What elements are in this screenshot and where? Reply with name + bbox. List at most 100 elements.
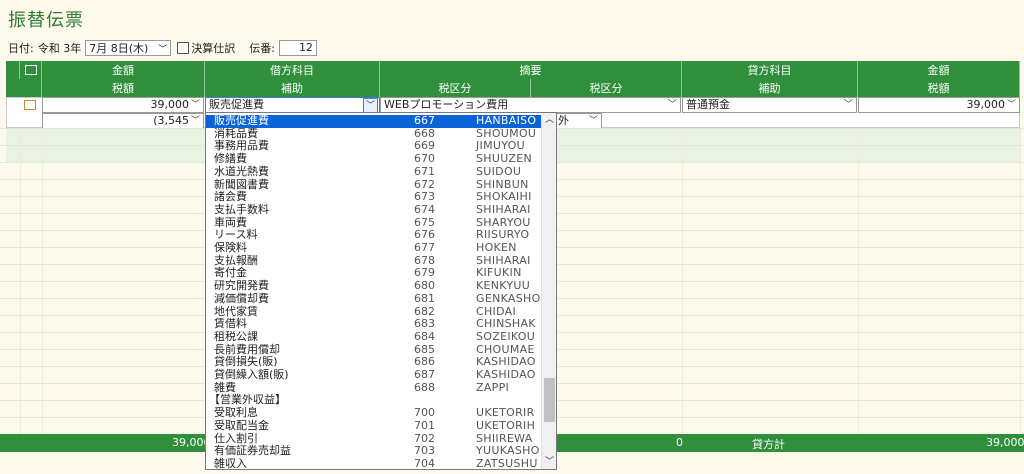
- option-kana: KASHIDAO: [476, 368, 536, 381]
- debit-amount-value: 39,000: [150, 98, 190, 111]
- date-picker[interactable]: 7月 8日(木) ﹀: [85, 40, 172, 56]
- option-kana: KENKYUU: [476, 279, 531, 293]
- option-code: 703: [414, 444, 435, 458]
- scroll-down-icon[interactable]: ﹀: [542, 455, 556, 469]
- option-kana: SOZEIKOU: [476, 329, 536, 343]
- debit-account-value: 販売促進費: [209, 98, 264, 111]
- option-name: 保険料: [214, 241, 247, 254]
- option-name: 研究開発費: [214, 279, 269, 293]
- dropdown-option[interactable]: 減価償却費 681 GENKASHO: [206, 291, 542, 306]
- dropdown-option[interactable]: 貸倒損失(販) 686 KASHIDAO: [206, 356, 542, 369]
- option-kana: GENKASHO: [476, 291, 541, 305]
- account-dropdown-list[interactable]: 雑収入 704 ZATSUSHU 有価証券売却益 703 YUUKASHO 仕入割引 702 S…: [205, 112, 557, 470]
- tax-amount-input[interactable]: (3,545 ﹀: [42, 113, 204, 129]
- kessan-label: 決算仕訳: [191, 42, 236, 55]
- dropdown-option[interactable]: 諸会費 673 SHOKAIHI: [206, 190, 542, 204]
- dropdown-option[interactable]: 保険料 677 HOKEN: [206, 241, 542, 255]
- dropdown-option[interactable]: 長前費用償却 685 CHOUMAE: [206, 342, 542, 357]
- chevron-down-icon: ﹀: [588, 116, 598, 126]
- dropdown-option[interactable]: 修繕費 670 SHUUZEN: [206, 152, 542, 166]
- tax-amount-value: (3,545: [153, 114, 189, 127]
- credit-amount-input[interactable]: 39,000 ﹀: [858, 97, 1020, 113]
- option-code: 688: [414, 380, 435, 394]
- debit-amount-input[interactable]: 39,000 ﹀: [42, 97, 204, 113]
- dropdown-option[interactable]: 事務用品費 669 JIMUYOU: [206, 140, 542, 153]
- header-kashikata: 貸方科目: [682, 61, 858, 79]
- tax-kubun-value: 外: [558, 114, 569, 127]
- header-corner: [6, 61, 20, 79]
- header-zeikubun-2: 税区分: [531, 79, 682, 97]
- option-code: 674: [414, 202, 435, 216]
- option-kana: HANBAISO: [476, 114, 537, 127]
- book-icon[interactable]: [20, 61, 42, 79]
- chevron-down-icon[interactable]: ﹀: [362, 98, 378, 112]
- dropdown-option[interactable]: 支払手数料 674 SHIHARAI: [206, 202, 542, 217]
- option-kana: SHUUZEN: [476, 152, 532, 166]
- description-value: WEBプロモーション費用: [384, 98, 509, 111]
- dropdown-option[interactable]: 販売促進費 667 HANBAISO: [206, 114, 542, 128]
- scroll-up-icon[interactable]: ︿: [542, 113, 556, 127]
- tax-kubun-select[interactable]: 外 ﹀: [554, 113, 602, 129]
- option-code: 681: [414, 291, 435, 305]
- kessan-checkbox[interactable]: [177, 42, 190, 54]
- option-code: 670: [414, 152, 435, 166]
- option-kana: KIFUKIN: [476, 266, 522, 280]
- denban-input[interactable]: 12: [278, 40, 317, 56]
- option-name: 消耗品費: [214, 126, 258, 140]
- option-name: 販売促進費: [214, 114, 269, 127]
- dropdown-option[interactable]: 受取配当金 701 UKETORIH: [206, 418, 542, 433]
- dropdown-option[interactable]: リース料 676 RIISURYO: [206, 229, 542, 242]
- dropdown-option[interactable]: 雑費 688 ZAPPI: [206, 380, 542, 395]
- option-kana: SHARYOU: [476, 215, 531, 229]
- book-icon[interactable]: [24, 99, 36, 113]
- dropdown-option[interactable]: 受取利息 700 UKETORIR: [206, 406, 542, 420]
- option-code: 685: [414, 342, 435, 356]
- dropdown-option[interactable]: 貸倒繰入額(販) 687 KASHIDAO: [206, 368, 542, 382]
- date-value: 7月 8日(木): [89, 42, 149, 55]
- option-name: 車両費: [214, 215, 247, 229]
- description-input[interactable]: WEBプロモーション費用 ﹀: [380, 97, 681, 113]
- option-name: 新聞図書費: [214, 177, 269, 191]
- debit-account-select[interactable]: 販売促進費 ﹀: [205, 97, 380, 113]
- dropdown-option[interactable]: 雑収入 704 ZATSUSHU: [206, 456, 542, 470]
- option-code: 677: [414, 241, 435, 254]
- option-name: 仕入割引: [214, 431, 258, 445]
- option-code: 676: [414, 228, 435, 242]
- option-kana: SUIDOU: [476, 164, 522, 178]
- option-code: 702: [414, 431, 435, 445]
- option-code: 672: [414, 177, 435, 191]
- option-kana: HOKEN: [476, 241, 517, 254]
- option-name: 貸倒繰入額(販): [214, 368, 289, 381]
- header-kingaku-credit: 金額: [858, 61, 1020, 79]
- dropdown-option[interactable]: 有価証券売却益 703 YUUKASHO: [206, 444, 542, 458]
- dropdown-option[interactable]: 研究開発費 680 KENKYUU: [206, 279, 542, 293]
- option-kana: CHINSHAK: [476, 317, 536, 331]
- dropdown-option[interactable]: 新聞図書費 672 SHINBUN: [206, 177, 542, 192]
- option-name: 有価証券売却益: [214, 444, 291, 458]
- dropdown-option[interactable]: 地代家賃 682 CHIDAI: [206, 304, 542, 319]
- option-code: 701: [414, 418, 435, 432]
- dropdown-option[interactable]: 水道光熱費 671 SUIDOU: [206, 164, 542, 179]
- option-name: 雑収入: [214, 456, 247, 470]
- option-code: 680: [414, 279, 435, 293]
- option-name: 地代家賃: [214, 304, 258, 318]
- option-code: 684: [414, 329, 435, 343]
- dropdown-option[interactable]: 寄付金 679 KIFUKIN: [206, 267, 542, 280]
- dropdown-scrollbar[interactable]: ︿ ﹀: [541, 113, 556, 469]
- dropdown-option[interactable]: 租税公課 684 SOZEIKOU: [206, 329, 542, 344]
- credit-account-select[interactable]: 普通預金 ﹀: [682, 97, 857, 113]
- dropdown-option[interactable]: 支払報酬 678 SHIHARAI: [206, 254, 542, 268]
- dropdown-option[interactable]: 車両費 675 SHARYOU: [206, 215, 542, 230]
- scroll-thumb[interactable]: [544, 378, 555, 422]
- dropdown-option[interactable]: 賃借料 683 CHINSHAK: [206, 317, 542, 331]
- dropdown-option[interactable]: 仕入割引 702 SHIIREWA: [206, 431, 542, 446]
- option-code: 704: [414, 456, 435, 470]
- option-kana: SHIHARAI: [476, 202, 531, 216]
- option-code: 679: [414, 266, 435, 280]
- option-code: 683: [414, 317, 435, 331]
- denban-label: 伝番:: [249, 42, 275, 55]
- header-zeigaku-credit: 税額: [858, 79, 1020, 97]
- credit-total: 39,000: [986, 436, 1024, 449]
- dropdown-option[interactable]: 消耗品費 668 SHOUMOU: [206, 126, 542, 141]
- option-kana: CHIDAI: [476, 304, 517, 318]
